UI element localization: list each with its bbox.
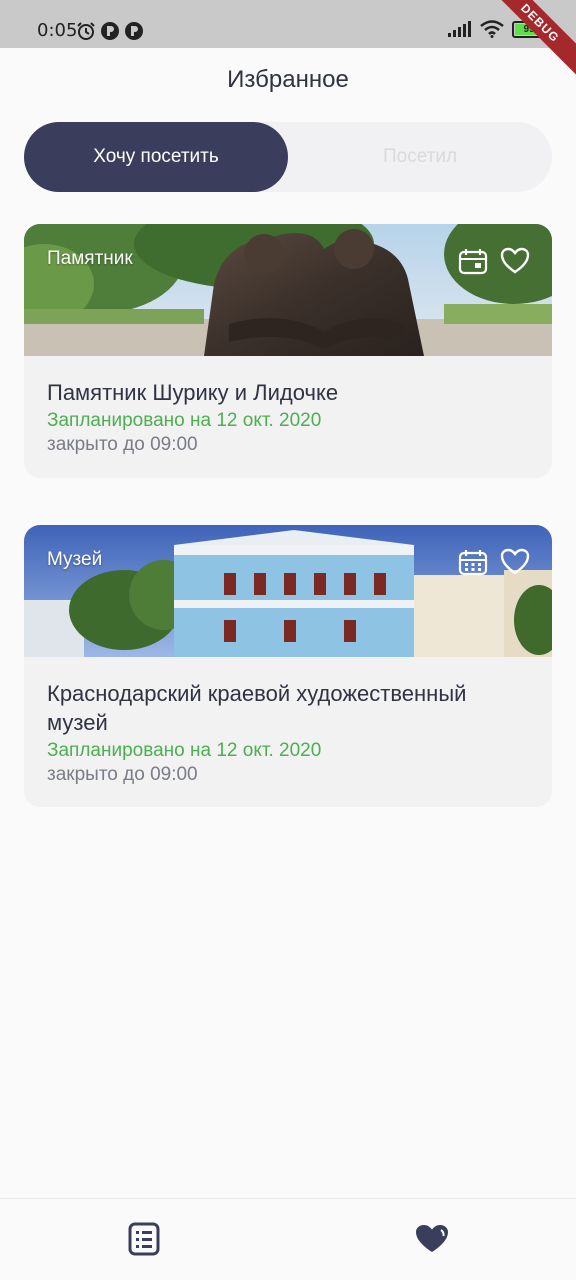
status-notification-icons <box>76 21 144 41</box>
nav-favorites-button[interactable] <box>412 1219 452 1259</box>
card-planned-date: Запланировано на 12 окт. 2020 <box>47 740 322 761</box>
app-notification-icon <box>101 22 119 40</box>
tab-switcher: Хочу посетить Посетил <box>24 122 552 192</box>
card-opening-hours: закрыто до 09:00 <box>47 764 198 785</box>
status-time: 0:05 <box>37 20 78 41</box>
card-photo-museum: Музей <box>24 525 552 657</box>
heart-icon[interactable] <box>500 548 530 576</box>
museum-photo <box>24 525 552 657</box>
tab-want-to-visit[interactable]: Хочу посетить <box>24 122 288 192</box>
favorite-card[interactable]: Памятник Памятник Шурику и Лидочке Запла… <box>24 224 552 478</box>
heart-icon <box>416 1225 448 1252</box>
wifi-icon <box>480 20 504 38</box>
card-title: Памятник Шурику и Лидочке <box>47 380 339 405</box>
alarm-icon <box>77 22 95 40</box>
tab-visited[interactable]: Посетил <box>288 122 552 192</box>
card-opening-hours: закрыто до 09:00 <box>47 434 198 455</box>
app-notification-icon-2 <box>125 22 143 40</box>
heart-icon[interactable] <box>500 247 530 275</box>
bottom-navigation <box>0 1198 576 1280</box>
status-bar: 0:05 99 <box>0 0 576 48</box>
calendar-icon[interactable] <box>458 548 488 576</box>
card-photo-monument: Памятник <box>24 224 552 356</box>
page-title: Избранное <box>227 66 349 93</box>
nav-list-button[interactable] <box>124 1219 164 1259</box>
card-category: Музей <box>47 549 103 570</box>
card-planned-date: Запланировано на 12 окт. 2020 <box>47 410 322 431</box>
calendar-icon[interactable] <box>458 247 488 275</box>
monument-photo <box>24 224 552 356</box>
card-category: Памятник <box>47 248 133 269</box>
card-title: Краснодарский краевой художественный муз… <box>47 681 467 735</box>
list-icon <box>128 1222 160 1256</box>
signal-icon <box>448 21 471 37</box>
favorite-card[interactable]: Музей Краснодарский краевой художественн… <box>24 525 552 807</box>
